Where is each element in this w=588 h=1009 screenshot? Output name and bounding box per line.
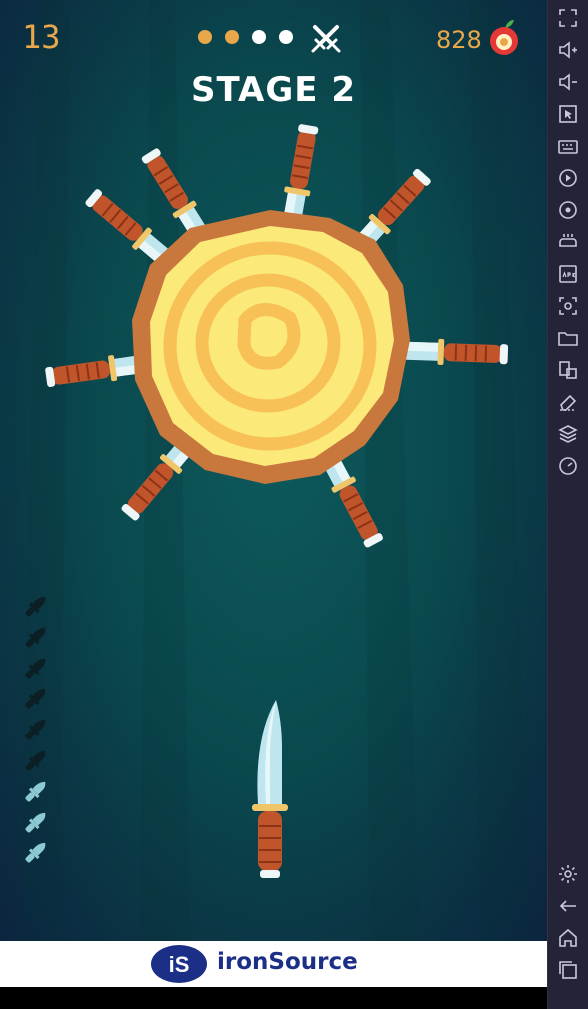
keyboard-icon[interactable]	[556, 134, 580, 158]
pointer-icon[interactable]	[556, 102, 580, 126]
knife-used-icon	[25, 750, 46, 771]
home-icon[interactable]	[556, 926, 580, 950]
ironsource-logo: iS	[151, 945, 207, 983]
volume-down-icon[interactable]	[556, 70, 580, 94]
knife-available-icon	[25, 781, 46, 802]
stuck-knife	[400, 336, 510, 369]
folder-icon[interactable]	[556, 326, 580, 350]
ad-brand-text: ironSource	[217, 949, 358, 975]
eraser-icon[interactable]	[556, 390, 580, 414]
wood-log	[132, 210, 410, 484]
knife-used-icon	[25, 627, 46, 648]
speed-icon[interactable]	[556, 454, 580, 478]
bottom-bar	[0, 987, 547, 1009]
knives-remaining	[22, 592, 52, 869]
operation-icon[interactable]	[556, 198, 580, 222]
player-knife[interactable]	[248, 698, 292, 880]
apk-icon[interactable]	[556, 262, 580, 286]
back-icon[interactable]	[556, 894, 580, 918]
knife-available-icon	[25, 812, 46, 833]
record-icon[interactable]	[556, 166, 580, 190]
screenshot-icon[interactable]	[556, 294, 580, 318]
gamepad-icon[interactable]	[556, 230, 580, 254]
fullscreen-icon[interactable]	[556, 6, 580, 30]
volume-up-icon[interactable]	[556, 38, 580, 62]
knife-used-icon	[25, 596, 46, 617]
svg-text:iS: iS	[169, 952, 190, 977]
settings-icon[interactable]	[556, 862, 580, 886]
layers-icon[interactable]	[556, 422, 580, 446]
game-viewport[interactable]: 13 STAGE 2 828	[0, 0, 547, 941]
ad-banner[interactable]: iS ironSource	[0, 941, 547, 987]
multi-instance-icon[interactable]	[556, 358, 580, 382]
knife-used-icon	[25, 658, 46, 679]
knife-available-icon	[25, 843, 46, 863]
knife-used-icon	[25, 689, 46, 709]
emulator-sidebar	[547, 0, 588, 1009]
knife-used-icon	[25, 719, 46, 740]
recent-apps-icon[interactable]	[556, 958, 580, 982]
